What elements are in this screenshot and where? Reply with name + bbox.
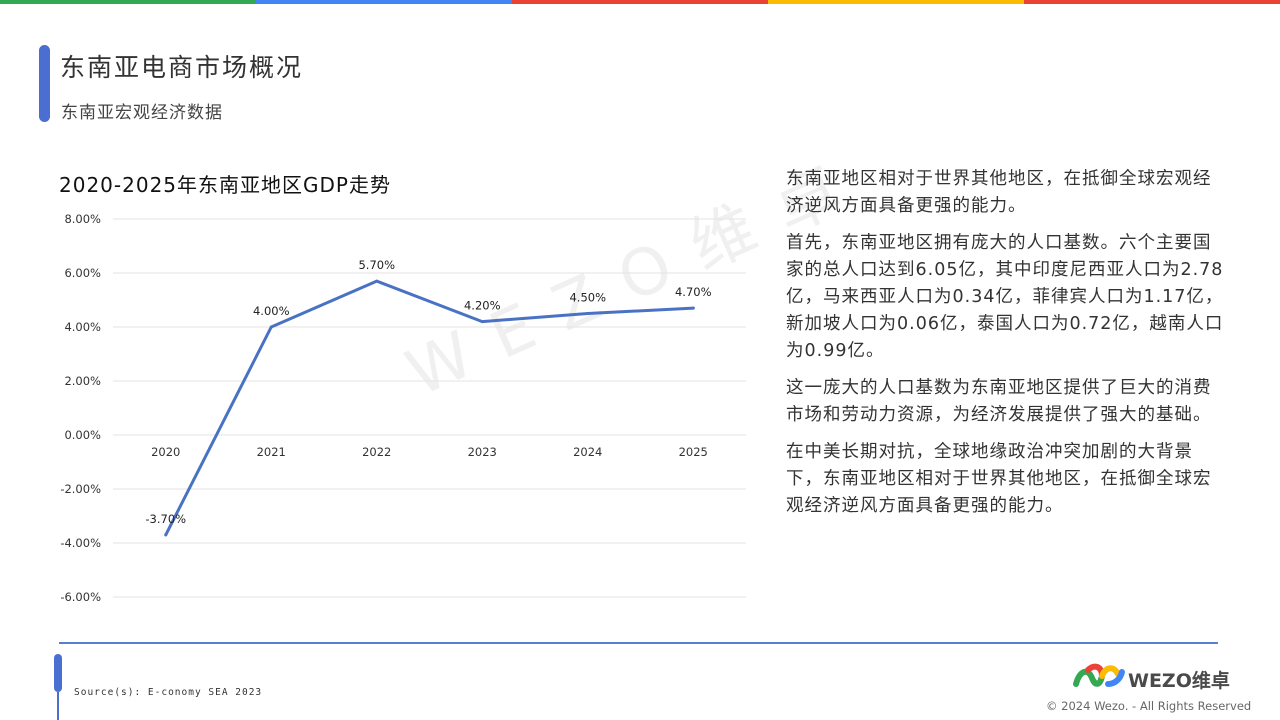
- text-panel: 东南亚地区相对于世界其他地区，在抵御全球宏观经济逆风方面具备更强的能力。 首先，…: [786, 166, 1226, 530]
- data-label: 5.70%: [358, 258, 395, 272]
- data-point: [691, 306, 695, 310]
- source-note: Source(s): E-conomy SEA 2023: [74, 687, 263, 698]
- data-label: -3.70%: [145, 512, 186, 526]
- gdp-line-chart: 8.00% 6.00% 4.00% 2.00% 0.00% -2.00% -4.00% -6.…: [60, 212, 746, 604]
- x-tick-label: 2023: [468, 445, 497, 459]
- y-tick-label: 8.00%: [64, 212, 101, 226]
- data-point: [480, 320, 484, 324]
- y-tick-label: 2.00%: [64, 374, 101, 388]
- x-tick-label: 2022: [362, 445, 391, 459]
- wezo-logo: WEZO维卓: [1072, 662, 1234, 692]
- y-tick-label: -2.00%: [60, 482, 101, 496]
- data-label: 4.20%: [464, 299, 501, 313]
- footer-divider: [59, 642, 1218, 644]
- data-point: [375, 279, 379, 283]
- paragraph-4: 在中美长期对抗，全球地缘政治冲突加剧的大背景下，东南亚地区相对于世界其他地区，在…: [786, 442, 1212, 516]
- x-tick-label: 2021: [257, 445, 286, 459]
- y-tick-label: 4.00%: [64, 320, 101, 334]
- x-tick-label: 2025: [679, 445, 708, 459]
- footer-accent-tick: [54, 654, 62, 692]
- y-tick-label: 0.00%: [64, 428, 101, 442]
- stripe-yellow: [768, 0, 1024, 4]
- data-point: [586, 312, 590, 315]
- data-point: [269, 325, 273, 329]
- paragraph-2: 首先，东南亚地区拥有庞大的人口基数。六个主要国家的总人口达到6.05亿，其中印度…: [786, 233, 1224, 361]
- y-tick-label: -4.00%: [60, 536, 101, 550]
- data-point: [164, 533, 168, 537]
- wezo-logo-icon: [1073, 663, 1125, 687]
- wezo-logo-text: WEZO维卓: [1128, 670, 1230, 692]
- copyright: © 2024 Wezo. - All Rights Reserved: [1046, 699, 1252, 713]
- x-tick-label: 2024: [573, 445, 602, 459]
- paragraph-3: 这一庞大的人口基数为东南亚地区提供了巨大的消费市场和劳动力资源，为经济发展提供了…: [786, 378, 1212, 425]
- data-label: 4.50%: [569, 291, 606, 305]
- data-label: 4.00%: [253, 304, 290, 318]
- stripe-red-2: [1024, 0, 1280, 4]
- y-tick-label: -6.00%: [60, 590, 101, 604]
- x-tick-label: 2020: [151, 445, 180, 459]
- paragraph-1: 东南亚地区相对于世界其他地区，在抵御全球宏观经济逆风方面具备更强的能力。: [786, 169, 1212, 216]
- footer-accent-line: [57, 692, 59, 720]
- data-label: 4.70%: [675, 285, 712, 299]
- series-line: [164, 279, 695, 537]
- y-tick-label: 6.00%: [64, 266, 101, 280]
